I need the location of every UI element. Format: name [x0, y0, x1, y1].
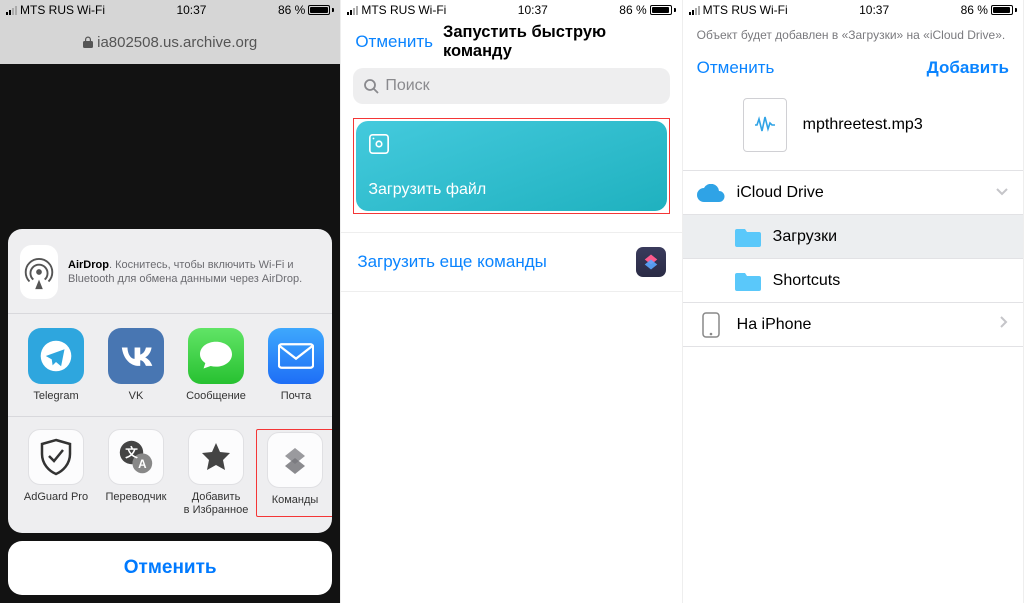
carrier-label: MTS RUS	[703, 3, 757, 17]
shortcuts-app-icon	[636, 247, 666, 277]
phone-shortcuts-picker: MTS RUS Wi-Fi 10:37 86 % Отменить Запуст…	[341, 0, 682, 603]
load-more-shortcuts[interactable]: Загрузить еще команды	[341, 232, 681, 292]
iphone-icon	[697, 311, 725, 339]
share-sheet: AirDrop. Коснитесь, чтобы включить Wi-Fi…	[8, 229, 332, 595]
phone-files-save: MTS RUS Wi-Fi 10:37 86 % Объект будет до…	[683, 0, 1024, 603]
signal-icon	[6, 5, 17, 15]
folder-icon	[735, 271, 761, 291]
carrier-label: MTS RUS	[20, 3, 74, 17]
carrier-label: MTS RUS	[361, 3, 415, 17]
star-icon	[188, 429, 244, 485]
signal-icon	[689, 5, 700, 15]
location-icloud[interactable]: iCloud Drive	[683, 171, 1023, 215]
page-background: AirDrop. Коснитесь, чтобы включить Wi-Fi…	[0, 64, 340, 603]
audio-file-icon	[743, 98, 787, 152]
location-downloads[interactable]: Загрузки	[683, 215, 1023, 259]
battery-icon	[991, 5, 1017, 15]
file-name: mpthreetest.mp3	[803, 116, 923, 134]
share-app-vk[interactable]: VK	[96, 328, 176, 403]
share-sheet-card: AirDrop. Коснитесь, чтобы включить Wi-Fi…	[8, 229, 332, 533]
status-bar: MTS RUS Wi-Fi 10:37 86 %	[683, 0, 1023, 20]
highlight-shortcuts: Команды	[256, 429, 332, 517]
messages-icon	[188, 328, 244, 384]
wifi-label: Wi-Fi	[77, 3, 105, 17]
url-text: ia802508.us.archive.org	[97, 34, 257, 51]
clock: 10:37	[518, 3, 548, 17]
folder-icon	[735, 227, 761, 247]
share-app-telegram[interactable]: Telegram	[16, 328, 96, 403]
chevron-right-icon	[999, 315, 1009, 334]
lock-icon	[83, 36, 93, 48]
status-bar: MTS RUS Wi-Fi 10:37 86 %	[0, 0, 340, 20]
airdrop-icon	[20, 245, 58, 299]
location-on-iphone[interactable]: На iPhone	[683, 303, 1023, 347]
wifi-label: Wi-Fi	[418, 3, 446, 17]
search-placeholder: Поиск	[385, 77, 429, 95]
battery-percent: 86 %	[961, 3, 988, 17]
search-input[interactable]: Поиск	[353, 68, 669, 104]
action-favorite[interactable]: Добавить в Избранное	[176, 429, 256, 517]
location-shortcuts[interactable]: Shortcuts	[683, 259, 1023, 303]
icloud-icon	[697, 179, 725, 207]
chevron-down-icon	[995, 184, 1009, 202]
share-app-mail[interactable]: Почта	[256, 328, 332, 403]
airdrop-row[interactable]: AirDrop. Коснитесь, чтобы включить Wi-Fi…	[8, 239, 332, 314]
svg-text:文: 文	[125, 445, 138, 460]
browser-url-bar[interactable]: ia802508.us.archive.org	[0, 20, 340, 64]
modal-title: Запустить быструю команду	[443, 23, 668, 61]
vk-icon	[108, 328, 164, 384]
cancel-button[interactable]: Отменить	[355, 32, 433, 52]
action-translate[interactable]: 文A Переводчик	[96, 429, 176, 517]
battery-percent: 86 %	[278, 3, 305, 17]
share-actions-row: AdGuard Pro 文A Переводчик Добавить в Изб…	[8, 416, 332, 523]
action-shortcuts[interactable]: Команды	[259, 432, 331, 507]
shortcuts-icon	[267, 432, 323, 488]
action-adguard[interactable]: AdGuard Pro	[16, 429, 96, 517]
disk-icon	[368, 133, 390, 155]
save-hint: Объект будет добавлен в «Загрузки» на «i…	[683, 20, 1023, 48]
modal-header: Отменить Запустить быструю команду	[341, 20, 681, 64]
share-app-messages[interactable]: Сообщение	[176, 328, 256, 403]
save-header: Отменить Добавить	[683, 48, 1023, 88]
signal-icon	[347, 5, 358, 15]
battery-icon	[308, 5, 334, 15]
file-preview: mpthreetest.mp3	[683, 88, 1023, 170]
add-button[interactable]: Добавить	[927, 58, 1009, 78]
clock: 10:37	[176, 3, 206, 17]
telegram-icon	[28, 328, 84, 384]
adguard-icon	[28, 429, 84, 485]
phone-share-sheet: MTS RUS Wi-Fi 10:37 86 % ia802508.us.arc…	[0, 0, 341, 603]
cancel-button[interactable]: Отменить	[697, 58, 775, 78]
wifi-label: Wi-Fi	[760, 3, 788, 17]
battery-percent: 86 %	[619, 3, 646, 17]
svg-text:A: A	[138, 457, 147, 470]
airdrop-text: AirDrop. Коснитесь, чтобы включить Wi-Fi…	[68, 258, 320, 288]
translate-icon: 文A	[108, 429, 164, 485]
status-bar: MTS RUS Wi-Fi 10:37 86 %	[341, 0, 681, 20]
search-icon	[363, 78, 379, 94]
locations-list: iCloud Drive Загрузки Shortcuts На iPhon…	[683, 170, 1023, 347]
battery-icon	[650, 5, 676, 15]
shortcut-download-file[interactable]: Загрузить файл	[356, 121, 666, 211]
mail-icon	[268, 328, 324, 384]
cancel-button[interactable]: Отменить	[8, 541, 332, 595]
highlight-download-shortcut: Загрузить файл	[353, 118, 669, 214]
share-apps-row: Telegram VK Сообщение Почта	[8, 314, 332, 409]
clock: 10:37	[859, 3, 889, 17]
shortcut-label: Загрузить файл	[368, 181, 654, 199]
